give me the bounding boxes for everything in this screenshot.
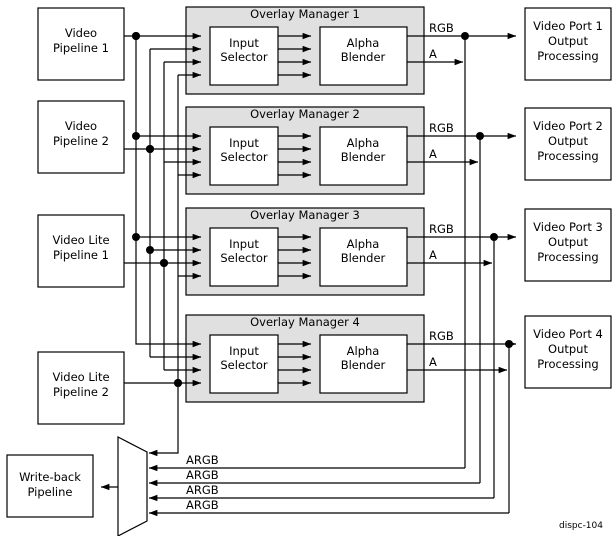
pipeline-label-1: Video bbox=[65, 26, 97, 40]
pipeline-label-1: Video Lite bbox=[52, 233, 109, 247]
pipeline-video-lite-2[interactable]: Video Lite Pipeline 2 bbox=[37, 351, 125, 425]
video-port-label-1: Video Port 4 bbox=[533, 327, 603, 341]
pipeline-video-2[interactable]: Video Pipeline 2 bbox=[37, 100, 125, 174]
writeback-label-1: Write-back bbox=[19, 470, 81, 484]
video-port-label-2: Output bbox=[548, 235, 588, 249]
video-port-label-1: Video Port 3 bbox=[533, 220, 603, 234]
writeback-label-2: Pipeline bbox=[27, 485, 72, 499]
signal-label-alpha: A bbox=[429, 248, 437, 262]
signal-label-rgb: RGB bbox=[429, 121, 454, 135]
pipeline-label-2: Pipeline 1 bbox=[53, 248, 109, 262]
writeback-mux[interactable] bbox=[117, 436, 148, 536]
pipeline-label-2: Pipeline 2 bbox=[53, 134, 109, 148]
input-selector-label-1: Input bbox=[229, 136, 259, 150]
dispc-block-diagram: Overlay Manager 1 Input Selector Alpha B… bbox=[0, 0, 613, 536]
junction-dot bbox=[490, 233, 498, 241]
video-port-label-3: Processing bbox=[537, 149, 598, 163]
alpha-blender-label-2: Blender bbox=[341, 150, 386, 164]
video-port-label-3: Processing bbox=[537, 49, 598, 63]
input-selector-label-2: Selector bbox=[220, 251, 268, 265]
writeback-pipeline-box[interactable]: Write-back Pipeline bbox=[6, 454, 94, 518]
pipeline-video-1[interactable]: Video Pipeline 1 bbox=[37, 7, 125, 81]
pipeline-label-1: Video Lite bbox=[52, 370, 109, 384]
input-selector-label-2: Selector bbox=[220, 358, 268, 372]
alpha-blender-label-2: Blender bbox=[341, 358, 386, 372]
junction-dot bbox=[476, 132, 484, 140]
pipeline-label-1: Video bbox=[65, 119, 97, 133]
signal-label-rgb: RGB bbox=[429, 21, 454, 35]
overlay-manager-3[interactable]: Overlay Manager 3 Input Selector Alpha B… bbox=[185, 207, 425, 296]
signal-label-alpha: A bbox=[429, 355, 437, 369]
pipeline-label-2: Pipeline 1 bbox=[53, 41, 109, 55]
pipeline-label-2: Pipeline 2 bbox=[53, 385, 109, 399]
junction-dot bbox=[132, 132, 140, 140]
input-selector-label-2: Selector bbox=[220, 50, 268, 64]
overlay-manager-title: Overlay Manager 1 bbox=[250, 7, 360, 21]
video-port-label-3: Processing bbox=[537, 357, 598, 371]
overlay-manager-title: Overlay Manager 4 bbox=[250, 315, 360, 329]
argb-label: ARGB bbox=[186, 483, 219, 497]
signal-label-alpha: A bbox=[429, 147, 437, 161]
video-port-label-2: Output bbox=[548, 34, 588, 48]
overlay-manager-2[interactable]: Overlay Manager 2 Input Selector Alpha B… bbox=[185, 106, 425, 195]
signal-label-alpha: A bbox=[429, 47, 437, 61]
video-port-1[interactable]: Video Port 1 Output Processing bbox=[524, 7, 612, 81]
junction-dot bbox=[146, 246, 154, 254]
video-port-label-1: Video Port 1 bbox=[533, 19, 603, 33]
alpha-blender-label-2: Blender bbox=[341, 50, 386, 64]
junction-dot bbox=[461, 32, 469, 40]
argb-label: ARGB bbox=[186, 453, 219, 467]
overlay-manager-title: Overlay Manager 3 bbox=[250, 208, 360, 222]
video-port-label-1: Video Port 2 bbox=[533, 119, 603, 133]
argb-label: ARGB bbox=[186, 468, 219, 482]
junction-dot bbox=[505, 340, 513, 348]
input-selector-label-1: Input bbox=[229, 36, 259, 50]
pipeline-video-lite-1[interactable]: Video Lite Pipeline 1 bbox=[37, 214, 125, 288]
signal-label-rgb: RGB bbox=[429, 329, 454, 343]
alpha-blender-label-1: Alpha bbox=[347, 136, 380, 150]
bus-tap-dots bbox=[132, 32, 182, 387]
alpha-blender-label-1: Alpha bbox=[347, 237, 380, 251]
input-selector-label-1: Input bbox=[229, 344, 259, 358]
alpha-blender-label-2: Blender bbox=[341, 251, 386, 265]
alpha-blender-label-1: Alpha bbox=[347, 344, 380, 358]
alpha-blender-label-1: Alpha bbox=[347, 36, 380, 50]
overlay-manager-4[interactable]: Overlay Manager 4 Input Selector Alpha B… bbox=[185, 314, 425, 403]
video-port-label-3: Processing bbox=[537, 250, 598, 264]
input-selector-label-2: Selector bbox=[220, 150, 268, 164]
video-port-label-2: Output bbox=[548, 134, 588, 148]
video-port-2[interactable]: Video Port 2 Output Processing bbox=[524, 107, 612, 181]
video-port-3[interactable]: Video Port 3 Output Processing bbox=[524, 208, 612, 282]
overlay-manager-title: Overlay Manager 2 bbox=[250, 107, 360, 121]
overlay-manager-1[interactable]: Overlay Manager 1 Input Selector Alpha B… bbox=[185, 6, 425, 95]
diagram-canvas: Overlay Manager 1 Input Selector Alpha B… bbox=[6, 6, 612, 536]
junction-dot bbox=[132, 233, 140, 241]
input-selector-label-1: Input bbox=[229, 237, 259, 251]
argb-label: ARGB bbox=[186, 498, 219, 512]
video-port-label-2: Output bbox=[548, 342, 588, 356]
figure-caption: dispc-104 bbox=[559, 521, 603, 531]
video-port-4[interactable]: Video Port 4 Output Processing bbox=[524, 315, 612, 389]
signal-label-rgb: RGB bbox=[429, 222, 454, 236]
